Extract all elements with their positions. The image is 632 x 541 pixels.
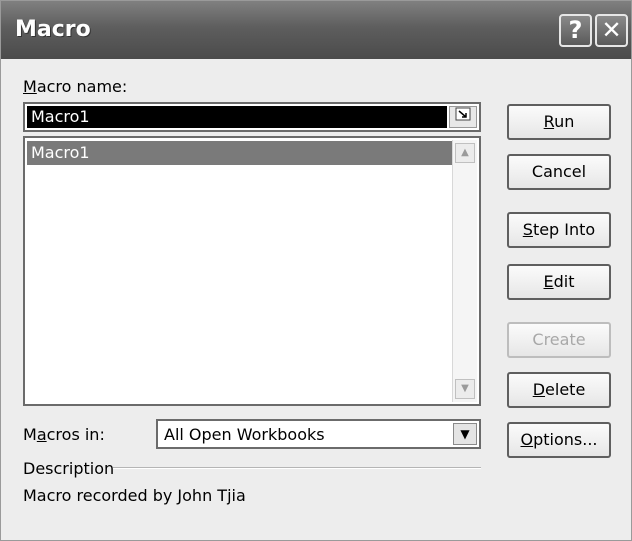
list-item[interactable]: Macro1 (27, 141, 452, 165)
help-icon[interactable]: ? (559, 14, 592, 47)
edit-button[interactable]: Edit (507, 264, 611, 300)
description-divider (113, 467, 481, 469)
macros-in-value: All Open Workbooks (164, 425, 325, 444)
macros-in-select[interactable]: All Open Workbooks ▼ (156, 419, 481, 449)
macro-name-label: Macro name: (23, 77, 128, 96)
description-text: Macro recorded by John Tjia (23, 486, 246, 505)
vertical-scrollbar[interactable]: ▲ ▼ (452, 140, 477, 402)
collapse-dialog-icon[interactable] (449, 106, 477, 128)
window-title: Macro (15, 17, 91, 42)
description-label: Description (23, 459, 115, 478)
macros-in-label: Macros in: (23, 425, 105, 444)
cancel-button[interactable]: Cancel (507, 154, 611, 190)
create-button: Create (507, 322, 611, 358)
step-into-button[interactable]: Step Into (507, 212, 611, 248)
title-bar[interactable]: Macro ? ✕ (1, 1, 631, 59)
chevron-down-icon[interactable]: ▼ (453, 423, 477, 445)
macro-dialog: Macro ? ✕ Macro name: Macro1 Macro1 ▲ ▼ … (0, 0, 632, 541)
macro-list[interactable]: Macro1 ▲ ▼ (23, 136, 481, 406)
scroll-up-icon[interactable]: ▲ (455, 143, 475, 163)
scroll-down-icon[interactable]: ▼ (455, 379, 475, 399)
run-button[interactable]: Run (507, 104, 611, 140)
options-button[interactable]: Options... (507, 422, 611, 458)
macro-name-value[interactable]: Macro1 (27, 106, 447, 128)
macro-name-input[interactable]: Macro1 (23, 102, 481, 132)
delete-button[interactable]: Delete (507, 372, 611, 408)
close-icon[interactable]: ✕ (595, 14, 628, 47)
